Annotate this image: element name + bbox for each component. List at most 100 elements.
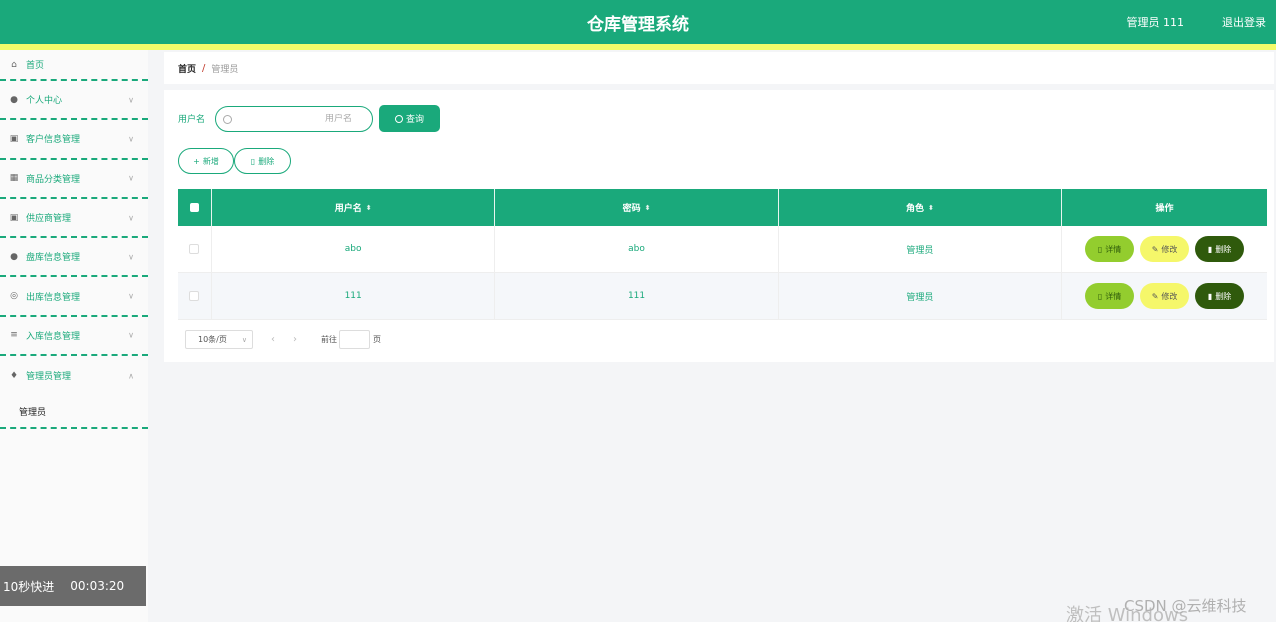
- sidebar-item-label: 管理员管理: [26, 372, 72, 383]
- cell-username: 111: [212, 273, 496, 319]
- sidebar-item-label: 入库信息管理: [26, 331, 81, 342]
- sidebar-item-home[interactable]: ⌂ 首页: [0, 50, 148, 81]
- prev-page-button[interactable]: ‹: [271, 334, 275, 345]
- sidebar: ⌂ 首页 ● 个人中心 ∨ ▣ 客户信息管理 ∨ ▦ 商品分类管理 ∨ ▣ 供应…: [0, 50, 148, 622]
- chevron-down-icon: ∨: [128, 95, 134, 105]
- content-panel: 用户名 查询 + 新增 ▯ 删除 用户名 ⬍ 密码 ⬍ 角色 ⬍ 操作 abo abo…: [164, 90, 1274, 362]
- pencil-icon: ✎: [1151, 244, 1159, 254]
- cell-actions: ▯ 详情 ✎ 修改 ▮ 删除: [1062, 226, 1267, 272]
- delete-button[interactable]: ▮ 删除: [1195, 236, 1245, 262]
- detail-button-label: 详情: [1105, 291, 1122, 301]
- sidebar-item-personal-center[interactable]: ● 个人中心 ∨: [0, 81, 148, 121]
- column-header-username[interactable]: 用户名 ⬍: [212, 189, 496, 226]
- sidebar-item-stocktaking[interactable]: ● 盘库信息管理 ∨: [0, 238, 148, 278]
- sidebar-item-admin[interactable]: ♦ 管理员管理 ∧: [0, 356, 148, 395]
- logout-link[interactable]: 退出登录: [1222, 14, 1266, 30]
- csdn-watermark: CSDN @云维科技: [1124, 597, 1247, 615]
- clipboard-icon: ▣: [9, 212, 19, 223]
- cell-role: 管理员: [779, 226, 1063, 272]
- sort-icon[interactable]: ⬍: [366, 204, 372, 212]
- column-header-actions: 操作: [1062, 189, 1267, 226]
- chevron-down-icon: ∨: [241, 335, 247, 344]
- column-header-label: 密码: [622, 204, 641, 214]
- cell-role: 管理员: [779, 273, 1063, 319]
- page-unit-label: 页: [373, 335, 381, 344]
- chevron-down-icon: ∨: [128, 213, 134, 223]
- chevron-down-icon: ∨: [128, 291, 134, 301]
- detail-button[interactable]: ▯ 详情: [1085, 236, 1135, 262]
- sidebar-subitem-admin[interactable]: 管理员: [0, 395, 148, 430]
- box-icon: ◎: [10, 291, 18, 302]
- edit-button-label: 修改: [1161, 291, 1178, 301]
- sidebar-item-label: 首页: [26, 61, 45, 71]
- next-page-button[interactable]: ›: [293, 334, 297, 345]
- table-header: 用户名 ⬍ 密码 ⬍ 角色 ⬍ 操作: [178, 189, 1267, 226]
- row-select-cell: [178, 273, 212, 319]
- select-all-checkbox[interactable]: [189, 203, 199, 212]
- user-icon: ●: [10, 94, 18, 105]
- column-header-password[interactable]: 密码 ⬍: [495, 189, 779, 226]
- row-checkbox[interactable]: [189, 244, 200, 254]
- add-button-label: 新增: [202, 156, 219, 166]
- edit-button[interactable]: ✎ 修改: [1140, 236, 1190, 262]
- delete-button-label: 删除: [1215, 244, 1232, 254]
- bulk-delete-label: 删除: [258, 156, 275, 166]
- search-input[interactable]: [232, 114, 372, 124]
- sort-icon[interactable]: ⬍: [645, 204, 651, 212]
- goto-label: 前往: [321, 335, 337, 344]
- page-size-select[interactable]: 10条/页 ∨: [185, 330, 253, 349]
- sidebar-item-outbound[interactable]: ◎ 出库信息管理 ∨: [0, 277, 148, 317]
- breadcrumb-home[interactable]: 首页: [178, 62, 196, 75]
- column-header-label: 角色: [905, 204, 924, 214]
- sort-icon[interactable]: ⬍: [928, 204, 934, 212]
- search-field[interactable]: [215, 106, 373, 132]
- row-checkbox[interactable]: [189, 291, 200, 301]
- cell-actions: ▯ 详情 ✎ 修改 ▮ 删除: [1062, 273, 1267, 319]
- delete-button[interactable]: ▮ 删除: [1195, 283, 1245, 309]
- list-icon: ≡: [10, 330, 18, 341]
- document-icon: ▯: [1097, 291, 1103, 301]
- goto-page-input[interactable]: [339, 330, 370, 349]
- cell-password: abo: [495, 226, 779, 272]
- sidebar-item-label: 商品分类管理: [26, 174, 81, 185]
- search-label: 用户名: [178, 115, 206, 125]
- chevron-down-icon: ∨: [128, 252, 134, 262]
- bulk-delete-button[interactable]: ▯ 删除: [234, 148, 291, 174]
- sidebar-item-label: 客户信息管理: [26, 135, 81, 146]
- user-icon: ●: [10, 251, 18, 262]
- chevron-up-icon: ∧: [128, 371, 134, 381]
- sidebar-item-customer[interactable]: ▣ 客户信息管理 ∨: [0, 120, 148, 160]
- search-icon: [394, 114, 403, 123]
- pencil-icon: ✎: [1151, 291, 1159, 301]
- sidebar-item-category[interactable]: ▦ 商品分类管理 ∨: [0, 160, 148, 199]
- detail-button[interactable]: ▯ 详情: [1085, 283, 1135, 309]
- sidebar-item-supplier[interactable]: ▣ 供应商管理 ∨: [0, 199, 148, 239]
- query-button-label: 查询: [405, 115, 424, 125]
- add-button[interactable]: + 新增: [178, 148, 234, 174]
- table-row: abo abo 管理员 ▯ 详情 ✎ 修改 ▮ 删除: [178, 226, 1267, 273]
- video-time: 00:03:20: [70, 579, 125, 593]
- current-user: 管理员 111: [1126, 16, 1185, 29]
- breadcrumb-separator: /: [202, 62, 206, 74]
- query-button[interactable]: 查询: [379, 105, 440, 132]
- top-header: 仓库管理系统 管理员 111 退出登录: [0, 0, 1276, 44]
- sidebar-item-inbound[interactable]: ≡ 入库信息管理 ∨: [0, 317, 148, 357]
- page-size-value: 10条/页: [198, 335, 227, 344]
- breadcrumb: 首页 / 管理员: [164, 52, 1274, 84]
- chevron-down-icon: ∨: [128, 330, 134, 340]
- edit-button[interactable]: ✎ 修改: [1140, 283, 1190, 309]
- video-overlay: 10秒快进 00:03:20: [0, 566, 146, 606]
- cell-username: abo: [212, 226, 496, 272]
- pagination: 10条/页 ∨ ‹ › 前往 页: [185, 330, 381, 349]
- sidebar-item-label: 出库信息管理: [26, 292, 81, 303]
- chevron-down-icon: ∨: [128, 134, 134, 144]
- search-icon: [223, 114, 232, 124]
- cell-password: 111: [495, 273, 779, 319]
- pin-icon: ♦: [9, 370, 19, 381]
- table-row: 111 111 管理员 ▯ 详情 ✎ 修改 ▮ 删除: [178, 273, 1267, 320]
- sidebar-item-label: 个人中心: [26, 96, 63, 107]
- column-header-role[interactable]: 角色 ⬍: [779, 189, 1063, 226]
- row-select-cell: [178, 226, 212, 272]
- sidebar-subitem-label: 管理员: [19, 407, 47, 418]
- grid-icon: ▦: [9, 173, 19, 184]
